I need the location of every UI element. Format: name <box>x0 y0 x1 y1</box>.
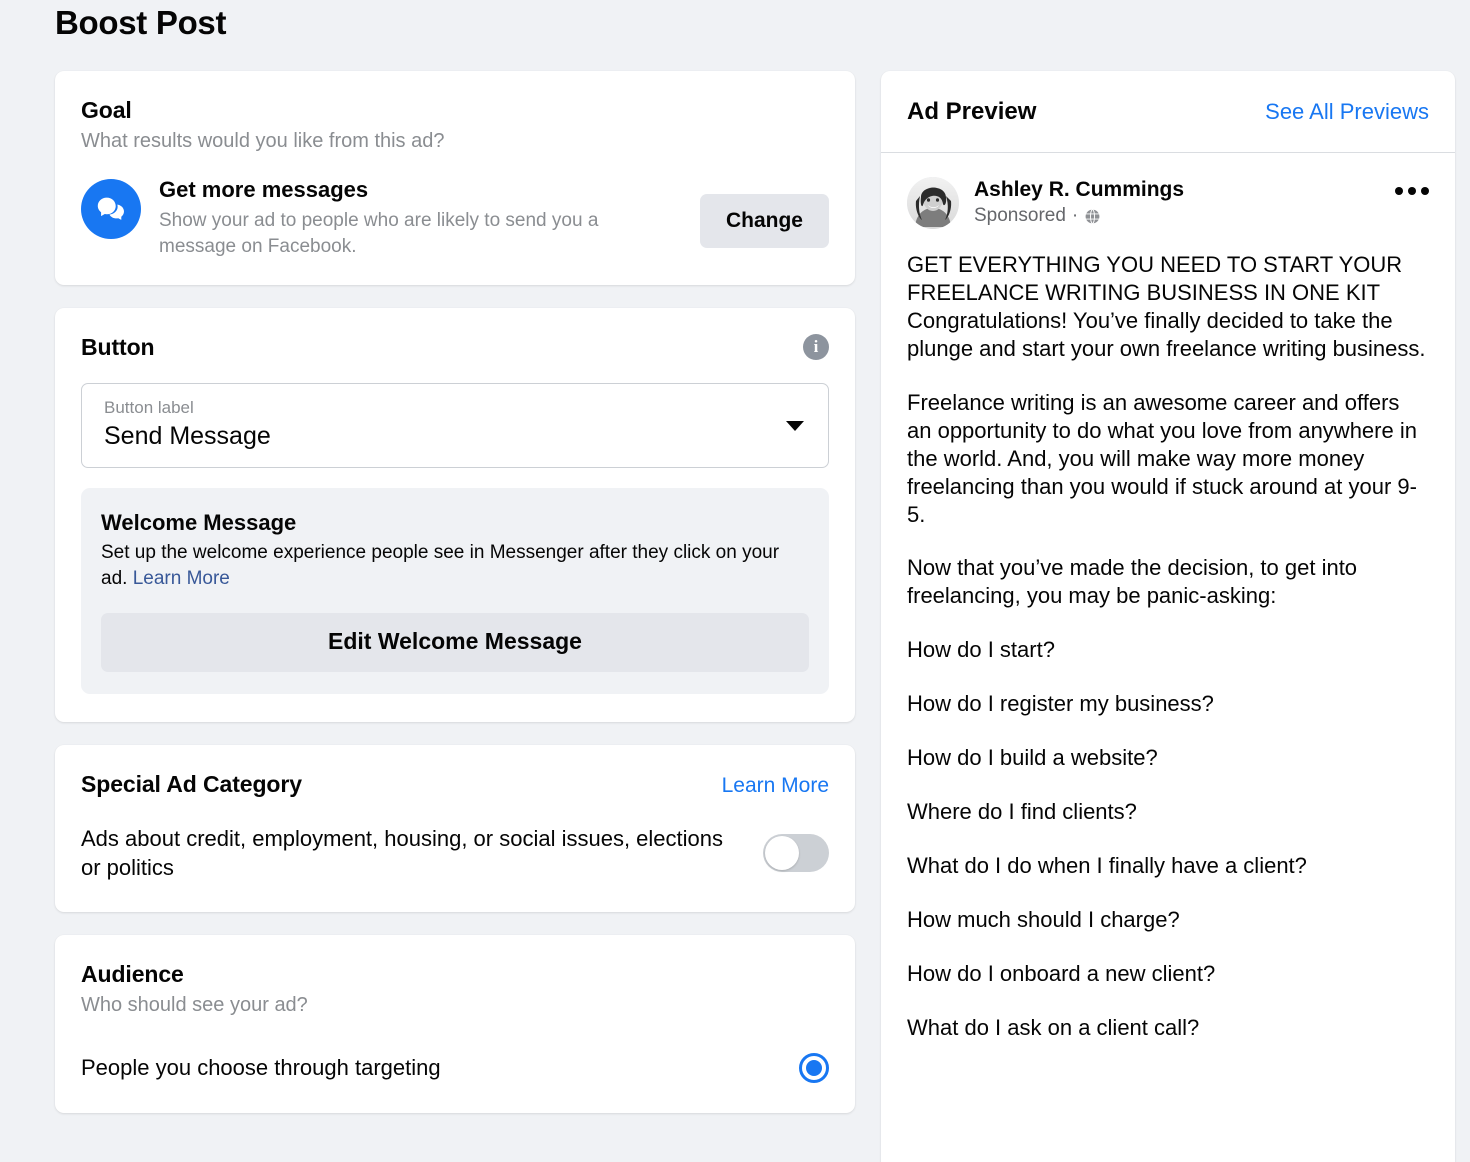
edit-welcome-message-button[interactable]: Edit Welcome Message <box>101 612 809 672</box>
special-ad-category-row: Ads about credit, employment, housing, o… <box>81 824 829 882</box>
globe-icon <box>1084 208 1101 225</box>
goal-subheading: What results would you like from this ad… <box>81 130 445 152</box>
post-body: GET EVERYTHING YOU NEED TO START YOUR FR… <box>907 251 1429 1042</box>
button-label-value: Send Message <box>104 422 271 451</box>
post-paragraph: How do I build a website? <box>907 745 1158 771</box>
post-paragraph: How do I onboard a new client? <box>907 960 1216 986</box>
goal-option-row: Get more messages Show your ad to people… <box>81 177 829 259</box>
post-paragraph: How do I register my business? <box>907 691 1214 717</box>
info-icon[interactable]: i <box>803 334 829 361</box>
post-header: Ashley R. Cummings Sponsored · <box>907 177 1429 229</box>
special-ad-category-learn-more-link[interactable]: Learn More <box>722 774 829 798</box>
post-paragraph: Congratulations! You’ve finally decided … <box>907 307 1426 361</box>
avatar <box>907 177 959 229</box>
ellipsis-icon[interactable] <box>1395 177 1429 195</box>
button-heading: Button <box>81 333 155 360</box>
change-goal-button[interactable]: Change <box>699 193 829 248</box>
ad-preview-title: Ad Preview <box>907 98 1037 125</box>
boost-post-page: Boost Post Goal What results would you l… <box>0 0 1470 1162</box>
post-paragraph: What do I do when I finally have a clien… <box>907 853 1307 879</box>
post-sponsored-line: Sponsored · <box>974 205 1395 227</box>
audience-heading: Audience <box>81 960 184 987</box>
sponsored-label: Sponsored <box>974 205 1066 227</box>
post-paragraph: How do I start? <box>907 637 1055 663</box>
sponsored-separator: · <box>1071 205 1079 227</box>
goal-option-description: Show your ad to people who are likely to… <box>159 210 599 257</box>
post-paragraph: GET EVERYTHING YOU NEED TO START YOUR FR… <box>907 252 1403 305</box>
post-paragraph: What do I ask on a client call? <box>907 1014 1200 1040</box>
ad-preview-card: Ad Preview See All Previews Ashley R. Cu… <box>881 71 1455 1162</box>
button-card-header: Button i <box>81 334 829 361</box>
see-all-previews-link[interactable]: See All Previews <box>1265 99 1429 125</box>
post-paragraph: Freelance writing is an awesome career a… <box>907 389 1417 527</box>
settings-column: Goal What results would you like from th… <box>55 71 855 1136</box>
goal-card: Goal What results would you like from th… <box>55 71 855 285</box>
radio-dot <box>806 1059 822 1076</box>
welcome-learn-more-link[interactable]: Learn More <box>133 568 230 589</box>
messages-bubble-icon <box>81 179 141 239</box>
special-ad-category-description: Ads about credit, employment, housing, o… <box>81 825 723 880</box>
audience-option-label: People you choose through targeting <box>81 1054 441 1080</box>
ad-preview-header: Ad Preview See All Previews <box>881 71 1455 153</box>
chevron-down-icon <box>786 420 804 431</box>
goal-option-name: Get more messages <box>159 177 369 202</box>
welcome-message-title: Welcome Message <box>101 510 297 536</box>
special-ad-category-card: Special Ad Category Learn More Ads about… <box>55 744 855 912</box>
welcome-message-box: Welcome Message Set up the welcome exper… <box>81 488 829 694</box>
audience-subheading: Who should see your ad? <box>81 993 308 1016</box>
welcome-message-description: Set up the welcome experience people see… <box>101 540 809 591</box>
goal-option-text: Get more messages Show your ad to people… <box>141 177 700 259</box>
special-ad-category-heading: Special Ad Category <box>81 770 302 797</box>
toggle-knob <box>765 835 799 870</box>
button-card: Button i Button label Send Message Welco… <box>55 307 855 722</box>
ad-preview-post: Ashley R. Cummings Sponsored · GET EVERY… <box>881 153 1455 1042</box>
button-label-select[interactable]: Button label Send Message <box>81 382 829 469</box>
goal-heading: Goal <box>81 97 132 123</box>
post-paragraph: How much should I charge? <box>907 907 1180 932</box>
button-label-caption: Button label <box>104 397 194 417</box>
special-ad-category-header: Special Ad Category Learn More <box>81 771 829 798</box>
audience-option-radio[interactable] <box>799 1052 829 1083</box>
special-ad-category-toggle[interactable] <box>763 833 829 872</box>
post-meta: Ashley R. Cummings Sponsored · <box>959 177 1395 227</box>
audience-option-row[interactable]: People you choose through targeting <box>81 1052 829 1083</box>
audience-card: Audience Who should see your ad? People … <box>55 934 855 1113</box>
post-author-name: Ashley R. Cummings <box>974 178 1185 201</box>
post-paragraph: Now that you’ve made the decision, to ge… <box>907 555 1358 609</box>
post-paragraph: Where do I find clients? <box>907 799 1137 825</box>
page-title: Boost Post <box>55 4 227 41</box>
